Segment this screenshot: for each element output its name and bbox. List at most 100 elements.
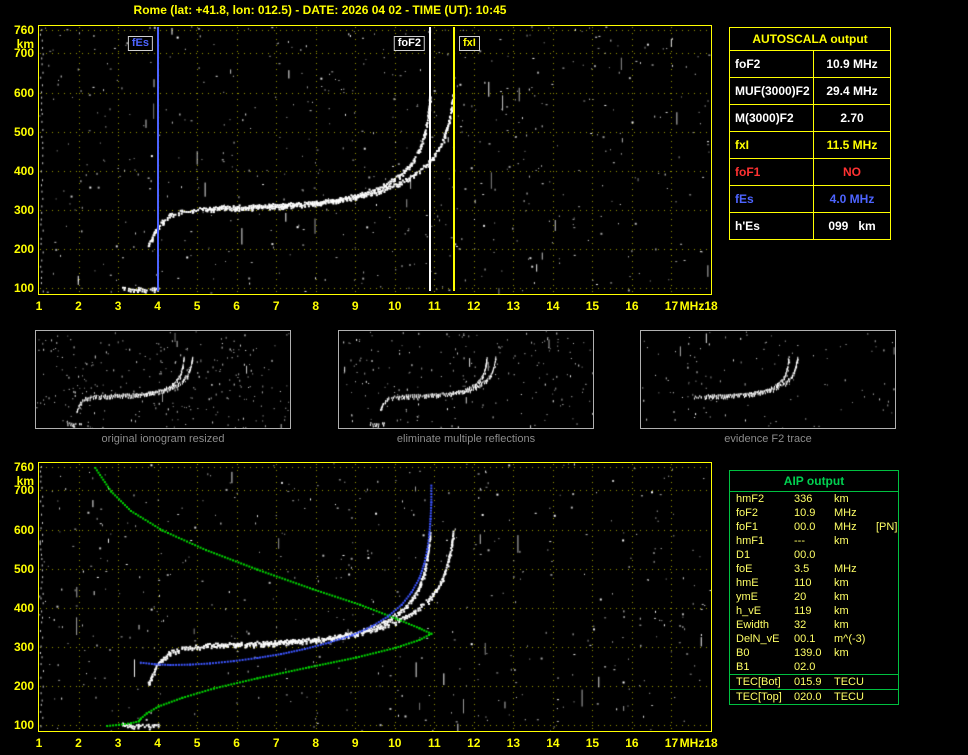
y-tick-label: 700 [2,483,34,497]
y-tick-label: 760 [2,460,34,474]
x-tick-label: 17 [660,299,682,313]
x-tick-label: 12 [463,299,485,313]
aip-row-hmE: hmE110km [730,576,898,590]
aip-table-rows: hmF2336kmfoF210.9MHzfoF100.0MHz[PN]hmF1-… [730,492,898,704]
x-tick-label: 6 [226,299,248,313]
aip-param-unit [834,660,876,674]
aip-row-DelN_vE: DelN_vE00.1m^(-3) [730,632,898,646]
thumbnail-caption-f2: evidence F2 trace [640,433,896,445]
autoscala-param-name: fxI [730,132,814,158]
aip-param-extra [876,604,898,618]
aip-row-ymE: ymE20km [730,590,898,604]
autoscala-row-h'Es: h'Es099 km [730,213,890,239]
aip-param-extra [876,506,898,520]
aip-param-unit: MHz [834,562,876,576]
x-tick-label: 6 [226,736,248,750]
aip-param-value: 139.0 [794,646,834,660]
aip-param-extra [876,492,898,506]
aip-param-value: 10.9 [794,506,834,520]
x-tick-label: 14 [542,299,564,313]
x-tick-label: 3 [107,299,129,313]
y-tick-label: 100 [2,281,34,295]
aip-param-value: 32 [794,618,834,632]
autoscala-param-value: 29.4 MHz [814,78,890,104]
aip-param-name: D1 [730,548,794,562]
y-tick-label: 500 [2,125,34,139]
thumbnail-multiple-reflections [338,330,594,429]
thumbnail-caption-reflections: eliminate multiple reflections [338,433,594,445]
x-tick-label: 13 [502,299,524,313]
aip-param-extra [876,690,898,704]
x-tick-label: 2 [68,736,90,750]
autoscala-param-name: M(3000)F2 [730,105,814,131]
x-tick-label: 4 [147,736,169,750]
x-tick-label: 15 [581,299,603,313]
aip-param-value: 20 [794,590,834,604]
aip-row-B0: B0139.0km [730,646,898,660]
aip-param-value: 3.5 [794,562,834,576]
thumbnail-caption-original: original ionogram resized [35,433,291,445]
autoscala-param-value: 4.0 MHz [814,186,890,212]
aip-row-TEC[Top]: TEC[Top]020.0TECU [730,689,898,704]
aip-param-value: 02.0 [794,660,834,674]
aip-param-extra [876,562,898,576]
x-tick-label: 16 [621,299,643,313]
aip-row-Ewidth: Ewidth32km [730,618,898,632]
thumbnail-original-canvas [36,331,290,428]
x-tick-label: 13 [502,736,524,750]
autoscala-param-value: NO [814,159,890,185]
x-tick-label: 1 [28,299,50,313]
aip-param-name: foF2 [730,506,794,520]
autoscala-param-name: foF2 [730,51,814,77]
aip-row-TEC[Bot]: TEC[Bot]015.9TECU [730,674,898,689]
aip-param-value: 00.0 [794,548,834,562]
aip-row-foF1: foF100.0MHz[PN] [730,520,898,534]
autoscala-param-name: h'Es [730,213,814,239]
bottom-profile-plot [38,462,712,732]
autoscala-param-value: 099 km [814,213,890,239]
aip-row-foF2: foF210.9MHz [730,506,898,520]
x-tick-label: 2 [68,299,90,313]
aip-param-extra [876,632,898,646]
aip-param-name: TEC[Top] [730,690,794,704]
aip-param-unit: m^(-3) [834,632,876,646]
aip-param-extra [876,660,898,674]
top-ionogram-plot [38,25,712,295]
aip-row-h_vE: h_vE119km [730,604,898,618]
aip-row-B1: B102.0 [730,660,898,674]
thumbnail-f2-trace [640,330,896,429]
autoscala-row-MUF(3000)F2: MUF(3000)F229.4 MHz [730,78,890,105]
aip-param-name: ymE [730,590,794,604]
autoscala-row-fEs: fEs4.0 MHz [730,186,890,213]
aip-param-unit: MHz [834,520,876,534]
y-tick-label: 600 [2,86,34,100]
aip-param-extra [876,646,898,660]
autoscala-row-foF2: foF210.9 MHz [730,51,890,78]
aip-param-name: DelN_vE [730,632,794,646]
aip-param-value: 00.0 [794,520,834,534]
aip-param-unit: km [834,492,876,506]
x-tick-label: 7 [265,736,287,750]
thumbnail-original-ionogram [35,330,291,429]
x-tick-label: 18 [700,736,722,750]
aip-param-name: foE [730,562,794,576]
x-tick-label: 8 [305,299,327,313]
aip-param-name: hmE [730,576,794,590]
x-tick-label: 5 [186,736,208,750]
y-tick-label: 300 [2,203,34,217]
aip-row-hmF1: hmF1---km [730,534,898,548]
aip-param-extra [876,548,898,562]
autoscala-app-window: Rome (lat: +41.8, lon: 012.5) - DATE: 20… [0,0,968,755]
autoscala-output-table: AUTOSCALA output foF210.9 MHzMUF(3000)F2… [729,27,891,240]
bottom-profile-canvas [39,463,711,731]
aip-param-value: 119 [794,604,834,618]
aip-param-unit [834,548,876,562]
x-axis-unit-label: MHz [679,736,705,750]
thumbnail-f2-canvas [641,331,895,428]
aip-param-extra [876,576,898,590]
autoscala-table-title: AUTOSCALA output [730,28,890,51]
aip-param-name: B0 [730,646,794,660]
aip-param-extra [876,675,898,689]
aip-param-value: 336 [794,492,834,506]
aip-param-unit: MHz [834,506,876,520]
